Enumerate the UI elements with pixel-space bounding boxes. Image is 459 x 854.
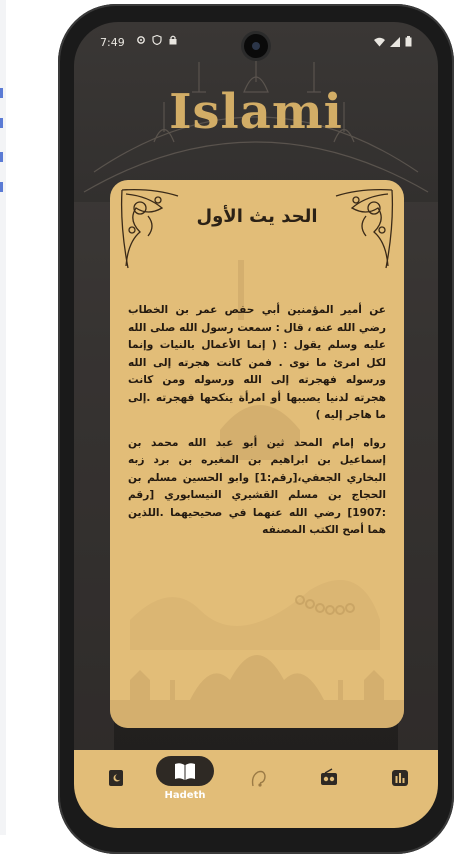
- hadith-body: عن أمير المؤمنين أبي حفص عمر بن الخطاب ر…: [128, 302, 386, 550]
- nav-item-time[interactable]: [380, 766, 420, 806]
- nav-item-hadeth[interactable]: [156, 756, 214, 786]
- bottom-navigation: Hadeth: [74, 750, 438, 828]
- status-time: 7:49: [100, 36, 125, 49]
- lock-icon: [169, 35, 177, 45]
- time-bars-icon: [392, 770, 408, 786]
- nav-label-hadeth: Hadeth: [164, 790, 206, 801]
- shield-icon: [152, 35, 162, 45]
- signal-icon: [390, 36, 400, 47]
- nav-item-quran[interactable]: [98, 766, 138, 806]
- front-camera: [244, 34, 268, 58]
- radio-icon: [321, 768, 337, 785]
- hadith-text: عن أمير المؤمنين أبي حفص عمر بن الخطاب ر…: [128, 304, 386, 421]
- quran-icon: [109, 770, 123, 786]
- open-book-icon: [175, 763, 195, 780]
- battery-icon: [405, 36, 412, 47]
- sebha-icon: [251, 770, 266, 787]
- hadith-narration: رواه إمام المحد ثين أبو عبد الله محمد بن…: [128, 436, 386, 537]
- hadith-card: الحد يث الأول عن أمير المؤمنين أبي حفص ع…: [110, 180, 404, 728]
- settings-icon: [137, 36, 145, 44]
- nav-item-radio[interactable]: [310, 766, 350, 806]
- app-logo: Islami: [169, 84, 343, 140]
- left-edge-strip: [0, 0, 6, 835]
- wifi-icon: [374, 37, 385, 46]
- nav-item-sebha[interactable]: [240, 766, 280, 806]
- hadith-title: الحد يث الأول: [196, 206, 318, 227]
- app-screen: 7:49 Islami الحد يث الأول عن أمير المؤمن…: [74, 22, 438, 828]
